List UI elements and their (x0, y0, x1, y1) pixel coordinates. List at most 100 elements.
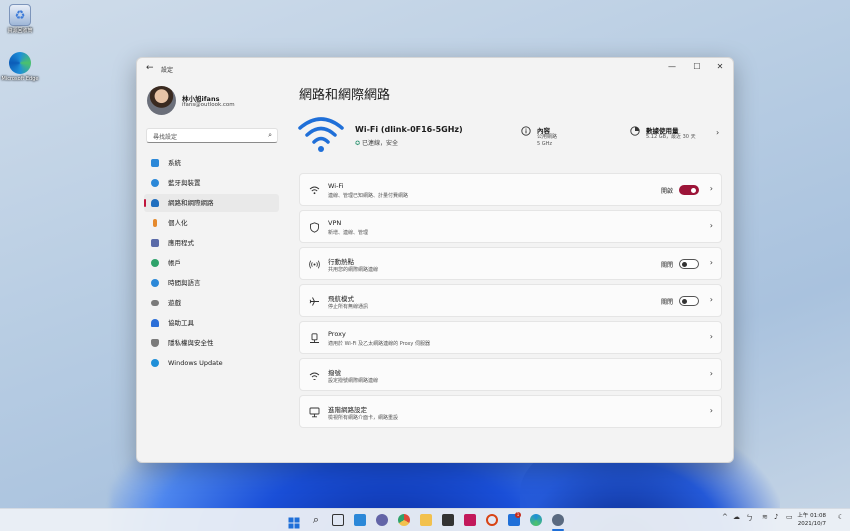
sidebar-item-label: 隱私權與安全性 (168, 339, 214, 347)
sidebar-item-time-language[interactable]: 時間與語言 (144, 274, 279, 292)
network-band: 5 GHz (537, 141, 553, 147)
taskbar: ⌕ 1 ^ ☁ ㄅ ≋ ♪ ▭ 上午 01:08 2021/10/7 ☾ (0, 508, 850, 531)
battery-icon[interactable]: ▭ (786, 513, 793, 521)
wifi-icon (309, 186, 320, 195)
card-airplane-mode[interactable]: 飛航模式 停止所有無線通訊 關閉 › (299, 284, 722, 317)
toggle-knob (682, 261, 687, 267)
widgets-icon[interactable] (354, 514, 366, 526)
clock-date: 2021/10/7 (797, 521, 826, 527)
teams-chat-icon[interactable] (376, 514, 388, 526)
sidebar-item-label: 系統 (168, 159, 181, 167)
avatar[interactable] (147, 86, 176, 115)
sidebar-item-gaming[interactable]: 遊戲 (144, 294, 279, 312)
account-icon (151, 259, 159, 267)
sidebar-item-label: 時間與語言 (168, 279, 201, 287)
shield-icon (151, 339, 159, 347)
desktop-icon-edge[interactable]: Microsoft Edge (0, 52, 40, 82)
taskbar-clock[interactable]: 上午 01:08 2021/10/7 (797, 512, 826, 528)
sidebar-item-personalization[interactable]: 個人化 (144, 214, 279, 232)
app-circle-icon[interactable] (486, 514, 498, 526)
wifi-toggle[interactable] (679, 185, 699, 195)
clock-globe-icon (151, 279, 159, 287)
volume-icon[interactable]: ♪ (774, 513, 778, 521)
hotspot-toggle[interactable] (679, 259, 699, 269)
desktop-icon-recycle-bin[interactable]: ♻ 資源回收筒 (0, 4, 40, 34)
sidebar-item-label: 協助工具 (168, 319, 194, 327)
data-usage-detail: 5.12 GB，最近 30 天 (646, 134, 696, 140)
chevron-right-icon: › (709, 369, 713, 378)
sidebar-item-system[interactable]: 系統 (144, 154, 279, 172)
desktop-icon-label: Microsoft Edge (1, 76, 39, 82)
vpn-shield-icon (310, 222, 319, 233)
settings-gear-icon[interactable] (552, 514, 564, 526)
sidebar-item-accessibility[interactable]: 協助工具 (144, 314, 279, 332)
desktop-icon-label: 資源回收筒 (7, 28, 33, 34)
search-placeholder: 尋找設定 (153, 134, 178, 141)
hotspot-icon (309, 260, 320, 269)
task-view-icon[interactable] (332, 514, 344, 526)
title-bar[interactable]: ← 設定 — ☐ ✕ (137, 58, 733, 78)
sidebar-item-label: 個人化 (168, 219, 188, 227)
wifi-tray-icon[interactable]: ≋ (762, 513, 768, 521)
edge-icon[interactable] (530, 514, 542, 526)
data-usage-icon (630, 126, 640, 136)
bluetooth-icon (151, 179, 159, 187)
sidebar-item-privacy[interactable]: 隱私權與安全性 (144, 334, 279, 352)
app-red-icon[interactable] (464, 514, 476, 526)
card-subtitle: 適用於 Wi-Fi 及乙太網路連線的 Proxy 伺服器 (328, 341, 430, 347)
file-explorer-icon[interactable] (420, 514, 432, 526)
card-mobile-hotspot[interactable]: 行動熱點 共用您的網際網路連線 關閉 › (299, 247, 722, 280)
card-advanced-network[interactable]: 進階網路設定 檢視所有網路介面卡，網路重設 › (299, 395, 722, 428)
card-subtitle: 停止所有無線通訊 (328, 304, 369, 310)
card-subtitle: 檢視所有網路介面卡，網路重設 (328, 415, 399, 421)
minimize-button[interactable]: — (661, 61, 683, 73)
card-title: 撥號 (328, 369, 341, 377)
network-status: ✪ 已連線，安全 (355, 138, 398, 147)
sidebar-nav: 系統 藍牙與裝置 網路和網際網路 個人化 應用程式 帳戶 時間與語言 遊戲 協助… (144, 154, 279, 374)
sidebar-item-bluetooth[interactable]: 藍牙與裝置 (144, 174, 279, 192)
card-subtitle: 連線、管理已知網路、計量付費網路 (328, 193, 409, 199)
card-title: Wi-Fi (328, 182, 344, 190)
cloud-icon[interactable]: ☁ (733, 513, 740, 521)
sidebar-item-windows-update[interactable]: Windows Update (144, 354, 279, 372)
card-vpn[interactable]: VPN 新增、連線、管理 › (299, 210, 722, 243)
card-dial-up[interactable]: 撥號 設定撥號網際網路連線 › (299, 358, 722, 391)
page-title: 網路和網際網路 (299, 88, 391, 103)
sidebar-item-apps[interactable]: 應用程式 (144, 234, 279, 252)
chevron-right-icon: › (716, 128, 720, 137)
card-subtitle: 設定撥號網際網路連線 (328, 378, 379, 384)
sidebar-item-label: 網路和網際網路 (168, 199, 214, 207)
network-name: Wi-Fi (dlink-0F16-5GHz) (355, 125, 463, 134)
airplane-mode-toggle[interactable] (679, 296, 699, 306)
card-title: Proxy (328, 330, 346, 338)
card-title: 行動熱點 (328, 258, 354, 266)
tray-overflow-icon[interactable]: ^ (722, 513, 728, 521)
notification-icon[interactable]: ☾ (838, 513, 844, 521)
search-icon[interactable]: ⌕ (310, 514, 322, 526)
windows-start-icon[interactable] (288, 514, 300, 529)
chevron-right-icon: › (709, 184, 713, 193)
maximize-button[interactable]: ☐ (686, 61, 708, 73)
language-icon[interactable]: ㄅ (746, 513, 753, 523)
sidebar-item-accounts[interactable]: 帳戶 (144, 254, 279, 272)
dialup-icon (309, 372, 320, 380)
apps-icon (151, 239, 159, 247)
chevron-right-icon: › (709, 332, 713, 341)
sidebar-item-label: 應用程式 (168, 239, 194, 247)
card-wifi[interactable]: Wi-Fi 連線、管理已知網路、計量付費網路 開啟 › (299, 173, 722, 206)
airplane-icon (309, 297, 319, 306)
toggle-knob (691, 187, 696, 193)
sidebar-item-label: 藍牙與裝置 (168, 179, 201, 187)
toggle-state-label: 開啟 (660, 188, 673, 195)
wifi-large-icon (298, 117, 344, 152)
card-proxy[interactable]: Proxy 適用於 Wi-Fi 及乙太網路連線的 Proxy 伺服器 › (299, 321, 722, 354)
sidebar-item-label: 遊戲 (168, 299, 181, 307)
chevron-right-icon: › (709, 258, 713, 267)
search-input[interactable]: 尋找設定 ⌕ (146, 128, 278, 143)
close-button[interactable]: ✕ (709, 61, 731, 73)
sidebar-item-network[interactable]: 網路和網際網路 (144, 194, 279, 212)
store-icon[interactable] (442, 514, 454, 526)
back-arrow-icon[interactable]: ← (146, 63, 154, 73)
chrome-icon[interactable] (398, 514, 410, 526)
edge-icon (9, 52, 31, 74)
